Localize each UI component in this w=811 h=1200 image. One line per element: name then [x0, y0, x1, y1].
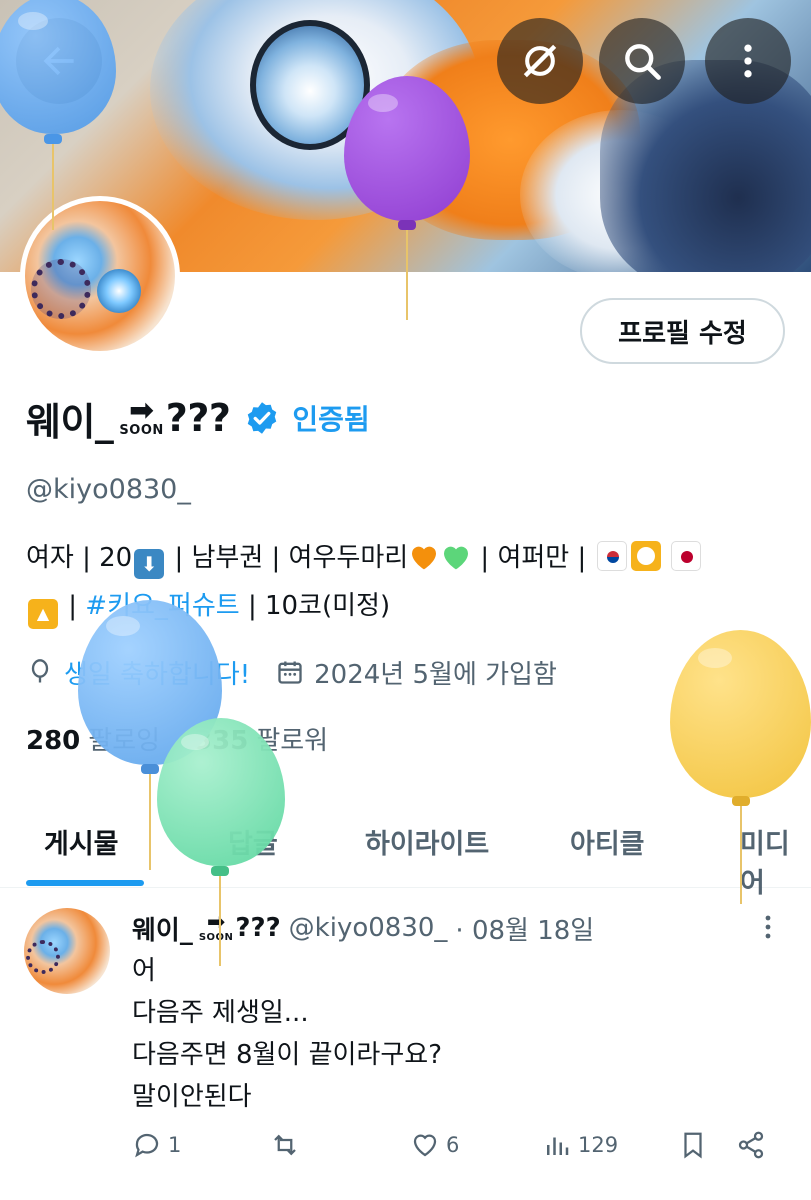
display-name-row: 웨이_ ➡ SOON ??? 인증됨	[26, 388, 370, 448]
like-button[interactable]: 6	[410, 1130, 459, 1160]
heart-icon	[413, 1134, 437, 1157]
green-heart-icon	[444, 546, 469, 570]
balloon-decoration	[0, 0, 120, 230]
calendar-icon	[278, 661, 302, 684]
edit-profile-button[interactable]: 프로필 수정	[580, 298, 785, 364]
bio-text: | 10코(미정)	[239, 591, 391, 621]
post-actions: 1 6 129	[132, 1130, 782, 1170]
orange-heart-icon	[412, 546, 437, 570]
post-item[interactable]: 웨이_ ➡ SOON ??? @kiyo0830_ · 08월 18일 어 다음…	[0, 890, 811, 1190]
view-count: 129	[578, 1133, 619, 1157]
avatar-glasses-shape	[26, 940, 60, 974]
verified-badge-icon[interactable]	[244, 400, 280, 436]
post-avatar[interactable]	[24, 908, 110, 994]
soon-arrow: ➡	[129, 392, 155, 428]
reply-count: 1	[168, 1133, 182, 1157]
post-more-icon[interactable]	[756, 912, 780, 942]
post-line: 다음주면 8월이 끝이라구요?	[132, 1040, 442, 1070]
mute-button[interactable]	[497, 18, 583, 104]
bio-text: | 여퍼만 |	[472, 543, 595, 573]
balloon-decoration	[340, 70, 475, 320]
share-button[interactable]	[736, 1130, 772, 1160]
search-icon	[625, 44, 661, 80]
post-author-handle[interactable]: @kiyo0830_	[289, 913, 448, 943]
joined-date: 2024년 5월에 가입함	[314, 659, 557, 690]
avatar-glasses-shape	[31, 259, 91, 319]
tab-articles[interactable]: 아티클	[570, 822, 645, 861]
following-count: 280	[26, 726, 81, 756]
display-name-suffix: ???	[165, 396, 231, 440]
repost-icon	[274, 1134, 296, 1156]
tab-highlights[interactable]: 하이라이트	[365, 822, 489, 861]
bio-text: 여자 | 20	[26, 543, 133, 573]
balloon-icon	[31, 659, 49, 683]
post-line: 다음주 제생일...	[132, 998, 309, 1028]
up-triangle-emoji: ▲	[28, 599, 58, 629]
balloon-decoration	[155, 718, 287, 968]
bio-text: | 남부권 | 여우두마리	[166, 543, 409, 573]
bookmark-button[interactable]	[678, 1130, 714, 1160]
korea-flag-emoji	[596, 541, 627, 571]
search-button[interactable]	[599, 18, 685, 104]
verified-label[interactable]: 인증됨	[292, 398, 369, 438]
more-button[interactable]	[705, 18, 791, 104]
soon-text: SOON	[119, 422, 164, 438]
display-name: 웨이_	[26, 399, 114, 444]
mute-visibility-icon	[523, 44, 557, 78]
white-circle-emoji	[630, 541, 661, 571]
japan-flag-emoji	[670, 541, 701, 571]
post-date[interactable]: · 08월 18일	[455, 910, 594, 947]
views-button[interactable]: 129	[542, 1130, 618, 1160]
soon-arrow-emoji: ➡ SOON	[119, 392, 164, 438]
views-chart-icon	[547, 1137, 569, 1155]
balloon-decoration	[668, 630, 811, 905]
post-text: 어 다음주 제생일... 다음주면 8월이 끝이라구요? 말이안된다	[132, 950, 442, 1118]
reply-button[interactable]: 1	[132, 1130, 181, 1160]
avatar-eye-shape	[97, 269, 141, 313]
active-tab-indicator	[26, 880, 144, 886]
bookmark-icon	[684, 1132, 702, 1159]
reply-icon	[135, 1133, 159, 1158]
share-icon	[738, 1131, 764, 1159]
like-count: 6	[446, 1133, 460, 1157]
repost-button[interactable]	[270, 1130, 306, 1160]
down-arrow-emoji: ⬇	[134, 549, 165, 579]
profile-handle: @kiyo0830_	[26, 474, 191, 505]
more-vertical-icon	[744, 44, 752, 78]
post-line: 말이안된다	[132, 1082, 252, 1112]
